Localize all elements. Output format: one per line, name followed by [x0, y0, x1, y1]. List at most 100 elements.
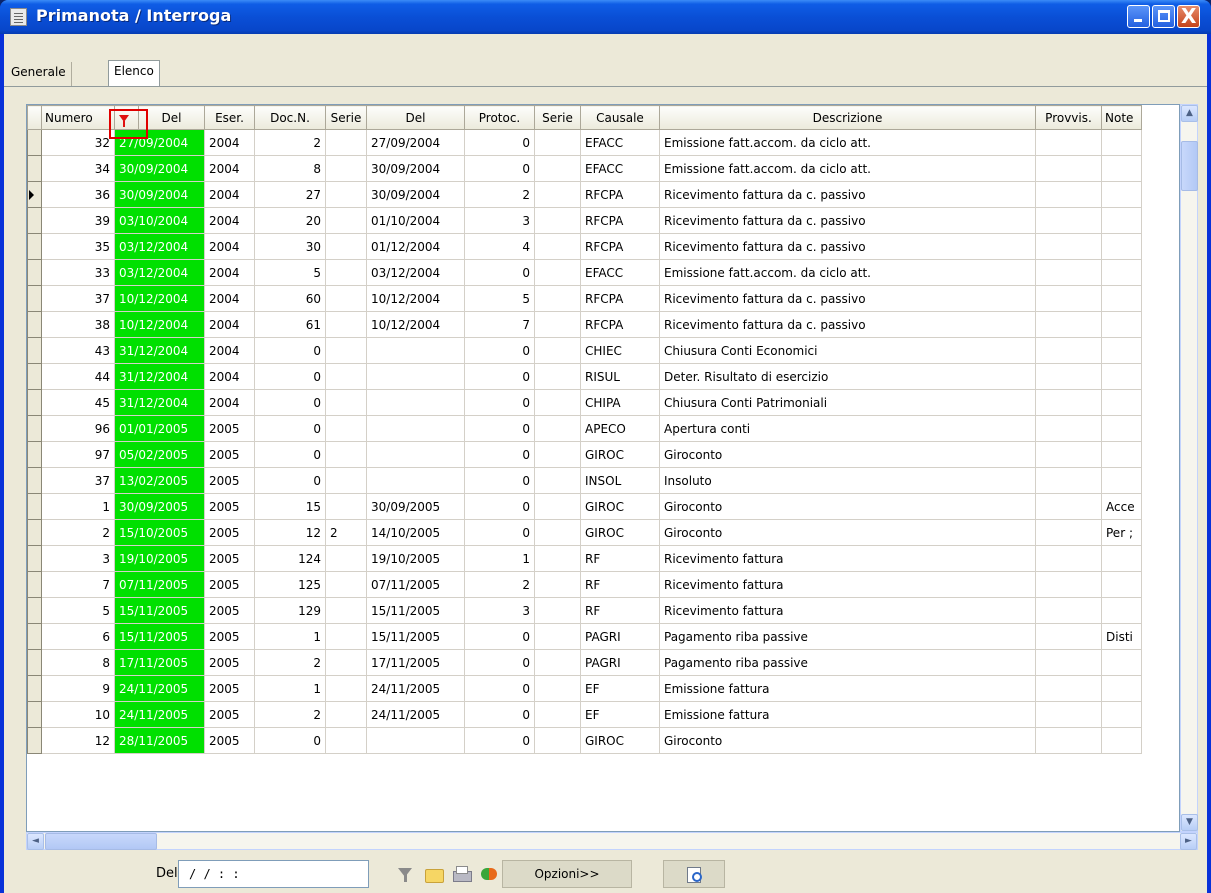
col-del[interactable]: Del [138, 105, 205, 130]
protocol-serie-cell[interactable] [534, 571, 581, 598]
numero-cell[interactable]: 6 [41, 623, 115, 650]
document-date-cell[interactable]: 24/11/2005 [366, 675, 465, 702]
table-row[interactable]: 97 05/02/2005 2005 0 0 GIROC Giroconto [27, 441, 1142, 468]
protocol-serie-cell[interactable] [534, 441, 581, 468]
numero-cell[interactable]: 10 [41, 701, 115, 728]
note-cell[interactable] [1101, 675, 1142, 702]
row-selector[interactable] [27, 259, 42, 286]
doc-number-cell[interactable]: 125 [254, 571, 326, 598]
table-row[interactable]: 38 10/12/2004 2004 61 10/12/2004 7 RFCPA Ricevi… [27, 311, 1142, 338]
horizontal-scroll-thumb[interactable] [45, 833, 157, 850]
doc-number-cell[interactable]: 2 [254, 129, 326, 156]
doc-number-cell[interactable]: 20 [254, 207, 326, 234]
eser-cell[interactable]: 2005 [204, 545, 255, 572]
causale-cell[interactable]: GIROC [580, 519, 660, 546]
title-bar[interactable]: Primanota / Interroga X [0, 0, 1211, 34]
filter-button[interactable] [392, 860, 418, 888]
causale-cell[interactable]: EFACC [580, 129, 660, 156]
registration-date-cell[interactable]: 15/11/2005 [114, 623, 205, 650]
serie-cell[interactable]: 2 [325, 519, 367, 546]
descrizione-cell[interactable]: Giroconto [659, 727, 1036, 754]
row-selector[interactable] [27, 207, 42, 234]
numero-cell[interactable]: 8 [41, 649, 115, 676]
descrizione-cell[interactable]: Emissione fattura [659, 701, 1036, 728]
scroll-right-button[interactable]: ► [1180, 833, 1197, 850]
causale-cell[interactable]: RFCPA [580, 233, 660, 260]
doc-number-cell[interactable]: 5 [254, 259, 326, 286]
registration-date-cell[interactable]: 19/10/2005 [114, 545, 205, 572]
provvis-cell[interactable] [1035, 597, 1102, 624]
descrizione-cell[interactable]: Giroconto [659, 493, 1036, 520]
col-serie-protoc[interactable]: Serie [534, 105, 581, 130]
provvis-cell[interactable] [1035, 649, 1102, 676]
eser-cell[interactable]: 2004 [204, 389, 255, 416]
registration-date-cell[interactable]: 30/09/2005 [114, 493, 205, 520]
row-selector[interactable] [27, 701, 42, 728]
row-selector[interactable] [27, 545, 42, 572]
row-selector[interactable] [27, 493, 42, 520]
protocol-serie-cell[interactable] [534, 259, 581, 286]
registration-date-cell[interactable]: 17/11/2005 [114, 649, 205, 676]
eser-cell[interactable]: 2005 [204, 519, 255, 546]
doc-number-cell[interactable]: 124 [254, 545, 326, 572]
causale-cell[interactable]: EF [580, 701, 660, 728]
provvis-cell[interactable] [1035, 389, 1102, 416]
serie-cell[interactable] [325, 155, 367, 182]
document-date-cell[interactable] [366, 727, 465, 754]
provvis-cell[interactable] [1035, 129, 1102, 156]
row-selector[interactable] [27, 727, 42, 754]
row-selector[interactable] [27, 285, 42, 312]
row-selector[interactable] [27, 649, 42, 676]
causale-cell[interactable]: RF [580, 597, 660, 624]
document-date-cell[interactable]: 17/11/2005 [366, 649, 465, 676]
protocol-cell[interactable]: 0 [464, 493, 535, 520]
numero-cell[interactable]: 44 [41, 363, 115, 390]
serie-cell[interactable] [325, 337, 367, 364]
descrizione-cell[interactable]: Ricevimento fattura da c. passivo [659, 285, 1036, 312]
protocol-cell[interactable]: 7 [464, 311, 535, 338]
registration-date-cell[interactable]: 03/12/2004 [114, 259, 205, 286]
protocol-serie-cell[interactable] [534, 129, 581, 156]
doc-number-cell[interactable]: 2 [254, 649, 326, 676]
row-selector[interactable] [27, 597, 42, 624]
registration-date-cell[interactable]: 15/11/2005 [114, 597, 205, 624]
registration-date-cell[interactable]: 10/12/2004 [114, 311, 205, 338]
refresh-button[interactable] [476, 860, 502, 888]
row-selector[interactable] [27, 233, 42, 260]
registration-date-cell[interactable]: 03/10/2004 [114, 207, 205, 234]
col-protoc[interactable]: Protoc. [464, 105, 535, 130]
provvis-cell[interactable] [1035, 441, 1102, 468]
doc-number-cell[interactable]: 2 [254, 701, 326, 728]
table-row[interactable]: 36 30/09/2004 2004 27 30/09/2004 2 RFCPA Ricevi… [27, 181, 1142, 208]
provvis-cell[interactable] [1035, 467, 1102, 494]
doc-number-cell[interactable]: 15 [254, 493, 326, 520]
numero-cell[interactable]: 2 [41, 519, 115, 546]
registration-date-cell[interactable]: 30/09/2004 [114, 181, 205, 208]
table-row[interactable]: 37 10/12/2004 2004 60 10/12/2004 5 RFCPA Ricevi… [27, 285, 1142, 312]
row-selector[interactable] [27, 467, 42, 494]
row-selector[interactable] [27, 311, 42, 338]
serie-cell[interactable] [325, 233, 367, 260]
protocol-serie-cell[interactable] [534, 207, 581, 234]
descrizione-cell[interactable]: Giroconto [659, 441, 1036, 468]
causale-cell[interactable]: GIROC [580, 727, 660, 754]
descrizione-cell[interactable]: Ricevimento fattura [659, 571, 1036, 598]
doc-number-cell[interactable]: 0 [254, 363, 326, 390]
table-row[interactable]: 34 30/09/2004 2004 8 30/09/2004 0 EFACC Emissio… [27, 155, 1142, 182]
registration-date-cell[interactable]: 31/12/2004 [114, 389, 205, 416]
protocol-serie-cell[interactable] [534, 675, 581, 702]
vertical-scroll-thumb[interactable] [1181, 141, 1198, 191]
note-cell[interactable] [1101, 311, 1142, 338]
descrizione-cell[interactable]: Emissione fatt.accom. da ciclo att. [659, 155, 1036, 182]
col-eser[interactable]: Eser. [204, 105, 255, 130]
serie-cell[interactable] [325, 415, 367, 442]
protocol-serie-cell[interactable] [534, 181, 581, 208]
protocol-cell[interactable]: 2 [464, 181, 535, 208]
serie-cell[interactable] [325, 441, 367, 468]
col-descrizione[interactable]: Descrizione [659, 105, 1036, 130]
descrizione-cell[interactable]: Deter. Risultato di esercizio [659, 363, 1036, 390]
row-selector[interactable] [27, 675, 42, 702]
provvis-cell[interactable] [1035, 675, 1102, 702]
descrizione-cell[interactable]: Chiusura Conti Patrimoniali [659, 389, 1036, 416]
eser-cell[interactable]: 2005 [204, 623, 255, 650]
